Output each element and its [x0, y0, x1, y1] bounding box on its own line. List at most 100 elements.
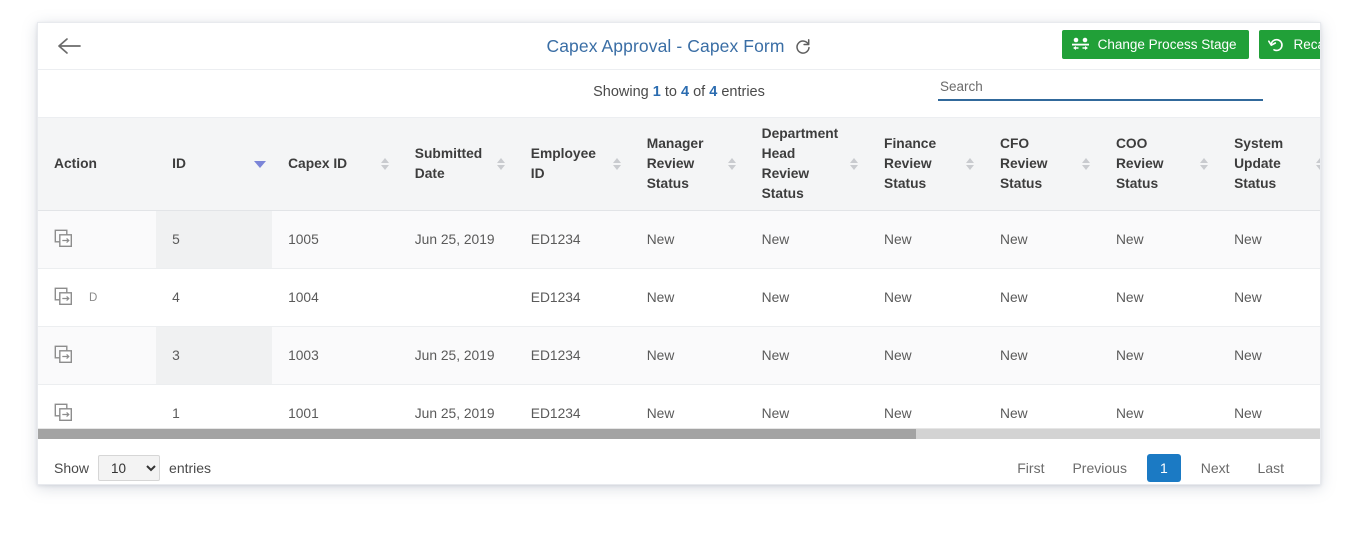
showing-of: of: [689, 84, 710, 100]
sort-desc-icon[interactable]: [254, 156, 267, 172]
sort-icon[interactable]: [727, 156, 737, 172]
pagination-page-1[interactable]: 1: [1146, 454, 1181, 482]
cell-employee-id: ED1234: [514, 384, 631, 428]
cell-cfo-review-status: New: [983, 384, 1100, 428]
capex-table: Action ID Capex ID Submitted Date Employ…: [38, 118, 1320, 428]
page-length-select[interactable]: 10 25 50 100: [98, 455, 161, 481]
cell-coo-review-status: New: [1099, 210, 1219, 269]
sort-icon[interactable]: [380, 156, 390, 172]
back-button[interactable]: [54, 33, 84, 59]
showing-prefix: Showing: [593, 84, 653, 100]
pagination-next[interactable]: Next: [1187, 454, 1244, 482]
col-header-cfo-review-status[interactable]: CFO Review Status: [983, 118, 1100, 211]
cell-action: [38, 326, 157, 385]
copy-icon[interactable]: [54, 403, 73, 425]
arrow-left-icon: [57, 37, 81, 55]
col-header-manager-review-status-label: Manager Review Status: [646, 136, 704, 191]
cell-cfo-review-status: New: [983, 326, 1100, 385]
horizontal-scrollbar[interactable]: [38, 428, 1320, 440]
col-header-action[interactable]: Action: [38, 118, 157, 211]
change-process-stage-label: Change Process Stage: [1097, 37, 1237, 52]
page-title: Capex Approval - Capex Form: [546, 36, 785, 56]
pagination: First Previous 1 Next Last: [1003, 454, 1298, 482]
recall-button[interactable]: Recall: [1259, 30, 1320, 59]
pagination-last[interactable]: Last: [1244, 454, 1298, 482]
cell-system-update-status: New: [1218, 326, 1320, 385]
cell-dept-head-review-status: New: [745, 384, 869, 428]
row-flag: D: [89, 291, 98, 304]
card-header: Capex Approval - Capex Form Change Proce…: [38, 23, 1320, 70]
search-input[interactable]: [938, 76, 1263, 101]
col-header-coo-review-status[interactable]: COO Review Status: [1099, 118, 1219, 211]
cell-submitted-date: Jun 25, 2019: [398, 384, 515, 428]
table-row[interactable]: 5 1005 Jun 25, 2019 ED1234 New New New N…: [38, 210, 1320, 269]
col-header-capex-id[interactable]: Capex ID: [272, 118, 399, 211]
showing-mid: to: [660, 84, 681, 100]
cell-id: 5: [156, 210, 273, 269]
showing-to: 4: [681, 84, 690, 100]
col-header-id[interactable]: ID: [156, 118, 273, 211]
change-process-stage-button[interactable]: Change Process Stage: [1061, 30, 1250, 59]
process-stage-icon: [1071, 37, 1090, 53]
cell-submitted-date: Jun 25, 2019: [398, 210, 515, 269]
pagination-previous[interactable]: Previous: [1058, 454, 1140, 482]
sort-icon[interactable]: [496, 156, 506, 172]
undo-arrow-icon: [1268, 37, 1285, 53]
sort-icon[interactable]: [612, 156, 622, 172]
sort-icon[interactable]: [850, 156, 859, 172]
table-row[interactable]: D 4 1004 ED1234 New New New New New New: [38, 268, 1320, 327]
entries-label: entries: [169, 460, 212, 476]
cell-system-update-status: New: [1218, 384, 1320, 428]
cell-id: 1: [156, 384, 273, 428]
cell-action: [38, 210, 157, 269]
col-header-action-label: Action: [54, 156, 97, 171]
pagination-first[interactable]: First: [1003, 454, 1058, 482]
copy-icon[interactable]: [54, 345, 73, 367]
search-wrap: [938, 76, 1263, 101]
info-bar: Showing 1 to 4 of 4 entries: [38, 70, 1320, 118]
cell-manager-review-status: New: [630, 268, 746, 327]
copy-icon[interactable]: [54, 229, 73, 251]
cell-finance-review-status: New: [868, 268, 984, 327]
cell-id: 4: [156, 268, 273, 327]
capex-approval-card: Capex Approval - Capex Form Change Proce…: [37, 22, 1321, 485]
refresh-icon[interactable]: [794, 38, 812, 56]
table-scroll-viewport[interactable]: Action ID Capex ID Submitted Date Employ…: [38, 118, 1320, 428]
col-header-manager-review-status[interactable]: Manager Review Status: [630, 118, 746, 211]
recall-label: Recall: [1293, 37, 1320, 52]
col-header-submitted-date[interactable]: Submitted Date: [398, 118, 515, 211]
table-body: 5 1005 Jun 25, 2019 ED1234 New New New N…: [38, 210, 1320, 428]
cell-system-update-status: New: [1218, 268, 1320, 327]
header-actions: Change Process Stage Recall: [1061, 30, 1320, 59]
col-header-system-update-status-label: System Update Status: [1234, 136, 1284, 191]
sort-icon[interactable]: [1081, 156, 1091, 172]
cell-coo-review-status: New: [1099, 326, 1219, 385]
cell-employee-id: ED1234: [514, 210, 631, 269]
cell-submitted-date: [398, 268, 515, 327]
col-header-dept-head-review-status-label: Department Head Review Status: [761, 126, 839, 201]
sort-icon[interactable]: [1200, 156, 1209, 172]
table-header-row: Action ID Capex ID Submitted Date Employ…: [38, 118, 1320, 211]
cell-manager-review-status: New: [630, 210, 746, 269]
show-label: Show: [54, 460, 90, 476]
cell-cfo-review-status: New: [983, 268, 1100, 327]
cell-cfo-review-status: New: [983, 210, 1100, 269]
sort-icon[interactable]: [965, 156, 975, 172]
col-header-employee-id[interactable]: Employee ID: [514, 118, 631, 211]
table-row[interactable]: 3 1003 Jun 25, 2019 ED1234 New New New N…: [38, 326, 1320, 385]
col-header-system-update-status[interactable]: System Update Status: [1218, 118, 1320, 211]
col-header-submitted-date-label: Submitted Date: [414, 146, 483, 181]
cell-coo-review-status: New: [1099, 384, 1219, 428]
table-row[interactable]: 1 1001 Jun 25, 2019 ED1234 New New New N…: [38, 384, 1320, 428]
cell-action: D: [38, 268, 157, 327]
col-header-coo-review-status-label: COO Review Status: [1115, 136, 1164, 191]
showing-suffix: entries: [717, 84, 765, 100]
copy-icon[interactable]: [54, 287, 73, 309]
col-header-id-label: ID: [172, 156, 186, 171]
cell-dept-head-review-status: New: [745, 326, 869, 385]
col-header-finance-review-status[interactable]: Finance Review Status: [868, 118, 984, 211]
cell-finance-review-status: New: [868, 384, 984, 428]
col-header-dept-head-review-status[interactable]: Department Head Review Status: [745, 118, 869, 211]
cell-coo-review-status: New: [1099, 268, 1219, 327]
sort-icon[interactable]: [1316, 156, 1320, 172]
